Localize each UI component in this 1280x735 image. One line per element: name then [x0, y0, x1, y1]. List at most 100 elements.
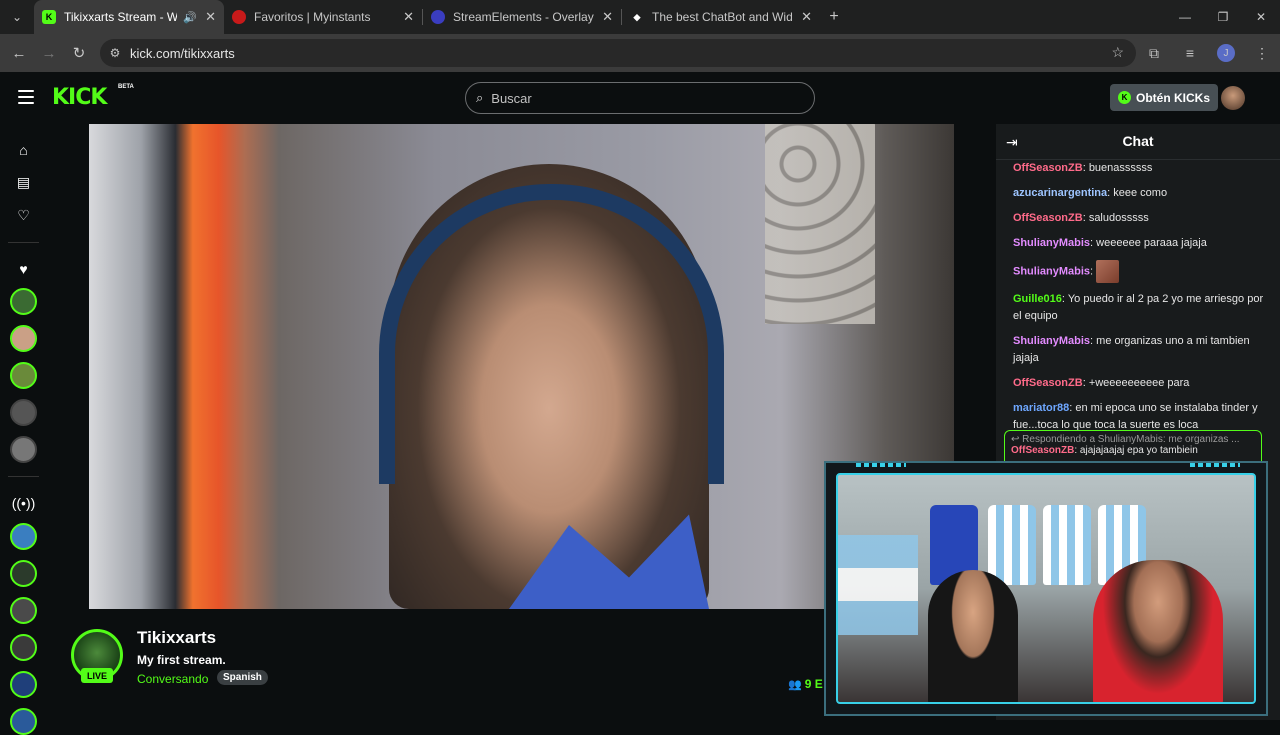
- followed-channel-avatar[interactable]: [10, 325, 37, 352]
- following-icon[interactable]: ♡: [10, 202, 37, 229]
- search-input[interactable]: [491, 90, 782, 106]
- tab-kick[interactable]: K Tikixxarts Stream - Watch Li 🔊 ✕: [34, 0, 224, 34]
- recommended-channel-avatar[interactable]: [10, 597, 37, 624]
- myinstants-favicon-icon: [232, 10, 246, 24]
- channel-name[interactable]: Tikixxarts: [137, 628, 216, 648]
- forward-icon[interactable]: →: [34, 45, 64, 62]
- followed-channel-avatar[interactable]: [10, 436, 37, 463]
- browser-tab-bar: ⌄ K Tikixxarts Stream - Watch Li 🔊 ✕ Fav…: [0, 0, 1280, 34]
- tab-title: The best ChatBot and Widgets: [652, 10, 793, 24]
- tab-search-icon[interactable]: ⌄: [0, 0, 34, 34]
- reply-context: ↩ Respondiendo a ShulianyMabis: me organ…: [1011, 434, 1240, 445]
- followed-channel-avatar[interactable]: [10, 362, 37, 389]
- chat-text: ajajajaajaj epa yo tambiein: [1079, 445, 1198, 456]
- kicks-coin-icon: K: [1118, 91, 1131, 104]
- chat-username[interactable]: Guille016: [1013, 293, 1062, 305]
- new-tab-icon[interactable]: +: [820, 8, 848, 26]
- site-info-icon[interactable]: ⚙: [100, 46, 130, 60]
- chat-message: OffSeasonZB: buenassssss: [1013, 162, 1153, 174]
- menu-kebab-icon[interactable]: ⋮: [1244, 45, 1280, 62]
- followed-heart-icon: ♥: [19, 260, 28, 277]
- chat-text: +weeeeeeeeee para: [1088, 377, 1190, 389]
- extensions-icon[interactable]: ⧉: [1136, 45, 1172, 62]
- chat-message: azucarinargentina: keee como: [1013, 187, 1168, 199]
- chat-username[interactable]: ShulianyMabis: [1013, 335, 1090, 347]
- chat-text: buenassssss: [1088, 162, 1153, 174]
- bookmark-star-icon[interactable]: ☆: [1111, 44, 1124, 61]
- tab-chatbot[interactable]: ◆ The best ChatBot and Widgets ✕: [622, 0, 820, 34]
- jersey-shape: [988, 505, 1036, 585]
- kick-header: KICK BETA ⌕ K Obtén KICKs: [0, 72, 1280, 124]
- flag-shape: [838, 535, 918, 635]
- search-icon: ⌕: [476, 90, 484, 105]
- restore-icon[interactable]: ❐: [1204, 0, 1242, 34]
- overlay-dots: [1190, 463, 1240, 467]
- chat-header: ⇥ Chat: [996, 124, 1280, 160]
- chat-message: ShulianyMabis:: [1013, 260, 1271, 283]
- wall-decoration: [765, 124, 875, 324]
- person-shape: [928, 570, 1018, 702]
- profile-avatar[interactable]: J: [1217, 44, 1235, 62]
- tab-myinstants[interactable]: Favoritos | Myinstants ✕: [224, 0, 422, 34]
- chat-username[interactable]: OffSeasonZB: [1013, 162, 1083, 174]
- omnibox[interactable]: ⚙ kick.com/tikixxarts ☆: [100, 39, 1136, 67]
- chat-message: ShulianyMabis: me organizas uno a mi tam…: [1013, 335, 1250, 364]
- minimize-icon[interactable]: —: [1166, 0, 1204, 34]
- window-controls: — ❐ ✕: [1166, 0, 1280, 34]
- reply-context-text: Respondiendo a ShulianyMabis: me organiz…: [1022, 434, 1240, 445]
- user-avatar[interactable]: [1221, 86, 1245, 110]
- home-icon[interactable]: ⌂: [10, 136, 37, 163]
- recommended-channel-avatar[interactable]: [10, 634, 37, 661]
- hamburger-menu-icon[interactable]: [18, 90, 34, 104]
- followed-channel-avatar[interactable]: [10, 399, 37, 426]
- chat-text: saludosssss: [1088, 212, 1149, 224]
- emote-image: [1096, 260, 1120, 283]
- streamelements-favicon-icon: [431, 10, 445, 24]
- tab-title: Tikixxarts Stream - Watch Li: [64, 10, 178, 24]
- chat-message: Guille016: Yo puedo ir al 2 pa 2 yo me a…: [1013, 293, 1264, 322]
- recommended-channel-avatar[interactable]: [10, 523, 37, 550]
- close-window-icon[interactable]: ✕: [1242, 0, 1280, 34]
- back-icon[interactable]: ←: [4, 45, 34, 62]
- reload-icon[interactable]: ↻: [64, 44, 94, 62]
- kick-logo[interactable]: KICK: [52, 85, 107, 110]
- chat-username[interactable]: ShulianyMabis: [1013, 265, 1090, 277]
- chat-message: ShulianyMabis: weeeeee paraaa jajaja: [1013, 237, 1207, 249]
- close-tab-icon[interactable]: ✕: [205, 9, 216, 25]
- chat-username[interactable]: OffSeasonZB: [1013, 212, 1083, 224]
- close-tab-icon[interactable]: ✕: [602, 9, 613, 25]
- language-tag[interactable]: Spanish: [217, 670, 268, 685]
- tab-title: Favoritos | Myinstants: [254, 10, 371, 24]
- chat-text: keee como: [1113, 187, 1168, 199]
- chat-username[interactable]: ShulianyMabis: [1013, 237, 1090, 249]
- viewer-count-text: 9 E: [804, 677, 823, 691]
- chat-username[interactable]: OffSeasonZB: [1011, 445, 1074, 456]
- recommended-channel-avatar[interactable]: [10, 560, 37, 587]
- stream-category[interactable]: Conversando: [137, 672, 208, 686]
- recommended-channel-avatar[interactable]: [10, 671, 37, 698]
- recommended-channel-avatar[interactable]: [10, 708, 37, 735]
- chat-username[interactable]: mariator88: [1013, 402, 1069, 414]
- chat-message: mariator88: en mi epoca uno se instalaba…: [1013, 402, 1258, 431]
- chat-username[interactable]: azucarinargentina: [1013, 187, 1107, 199]
- browse-icon[interactable]: ▤: [10, 169, 37, 196]
- tab-streamelements[interactable]: StreamElements - Overlays ✕: [423, 0, 621, 34]
- search-bar[interactable]: ⌕: [465, 82, 815, 114]
- live-badge: LIVE: [81, 668, 113, 683]
- followed-channel-avatar[interactable]: [10, 288, 37, 315]
- close-tab-icon[interactable]: ✕: [403, 9, 414, 25]
- chat-text: weeeeee paraaa jajaja: [1096, 237, 1207, 249]
- divider: [8, 242, 39, 243]
- chat-message: OffSeasonZB: +weeeeeeeeee para: [1013, 377, 1190, 389]
- overlay-dots: [856, 463, 906, 467]
- chat-username[interactable]: OffSeasonZB: [1013, 377, 1083, 389]
- close-tab-icon[interactable]: ✕: [801, 9, 812, 25]
- url-text: kick.com/tikixxarts: [130, 45, 235, 61]
- webcam-frame: [836, 473, 1256, 704]
- viewer-count: 👥 9 E: [788, 677, 823, 691]
- tab-title: StreamElements - Overlays: [453, 10, 595, 24]
- get-kicks-button[interactable]: K Obtén KICKs: [1110, 84, 1219, 111]
- chatbot-favicon-icon: ◆: [633, 11, 641, 22]
- speaker-icon[interactable]: 🔊: [183, 11, 197, 24]
- media-control-icon[interactable]: ≡: [1172, 45, 1208, 61]
